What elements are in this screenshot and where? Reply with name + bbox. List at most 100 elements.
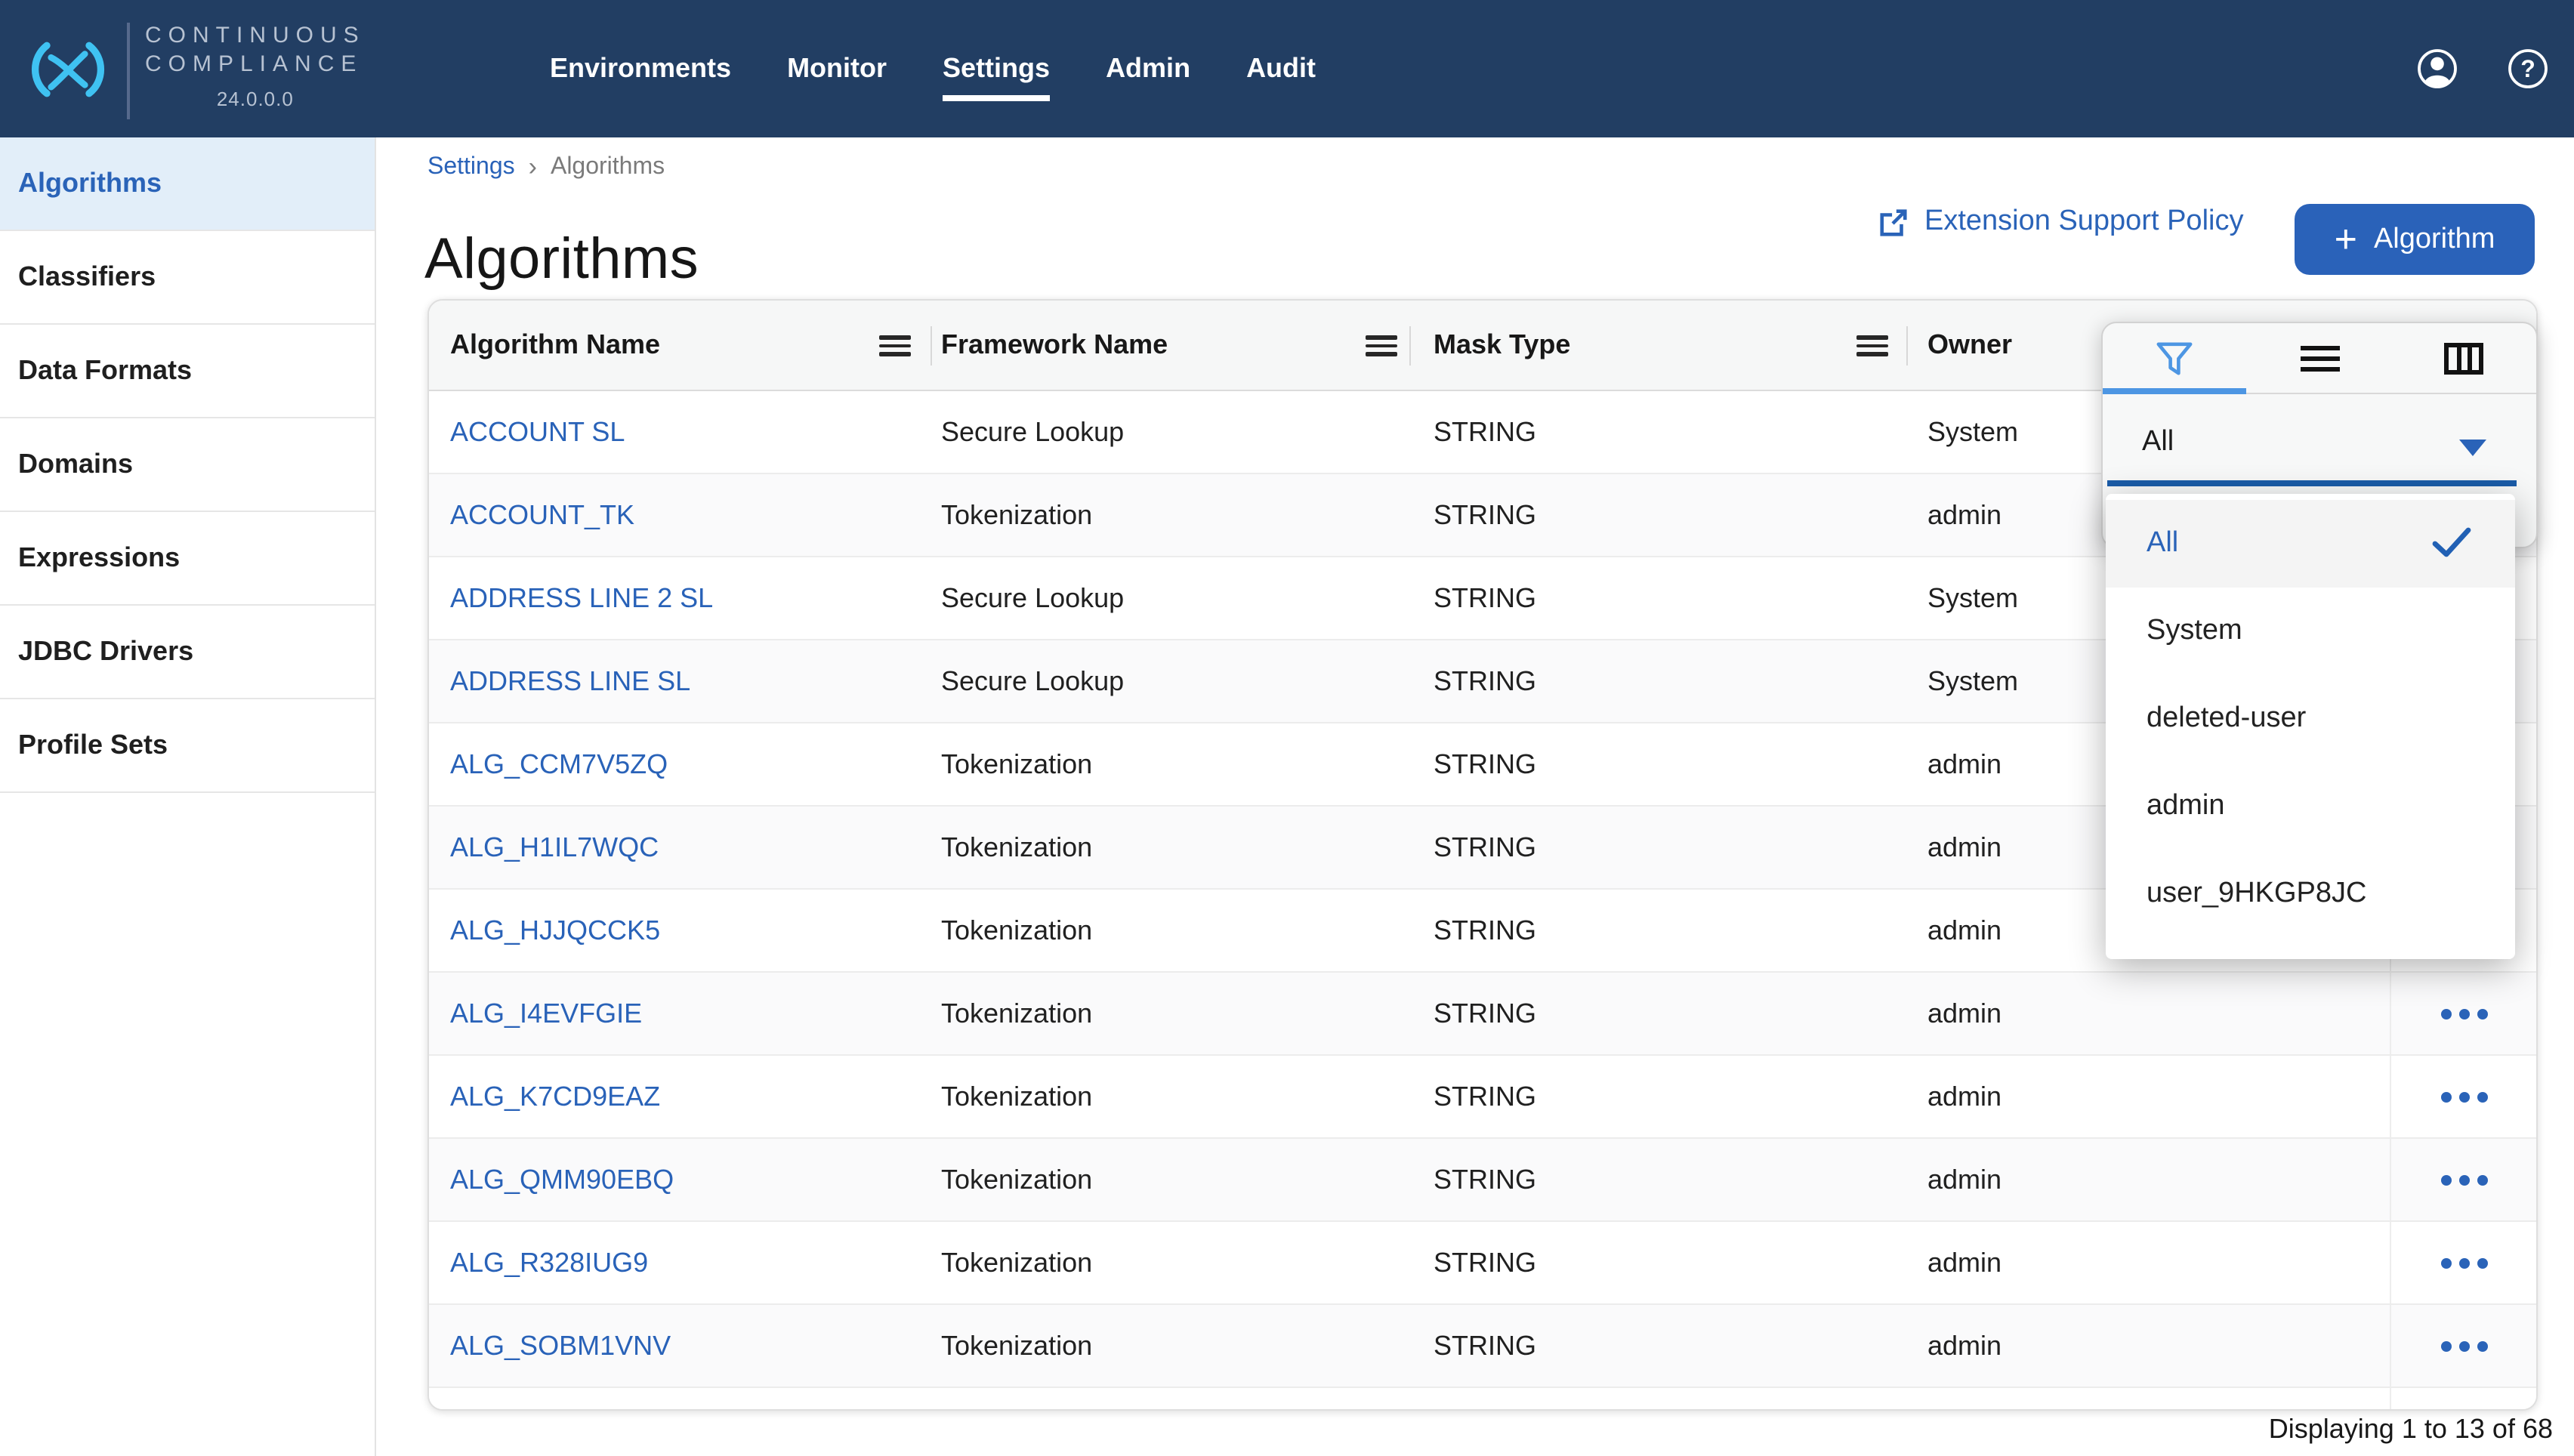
add-algorithm-label: Algorithm — [2374, 223, 2495, 256]
row-actions-button[interactable] — [2390, 1222, 2536, 1303]
framework-name-cell: Tokenization — [931, 1247, 1409, 1279]
algorithm-name-link[interactable]: ADDRESS LINE SL — [429, 665, 931, 697]
sidebar-item-classifiers[interactable]: Classifiers — [0, 231, 375, 325]
algorithm-name-link[interactable]: ADDRESS LINE 2 SL — [429, 582, 931, 614]
column-header-owner[interactable]: Owner — [1927, 301, 2012, 390]
owner-cell: admin — [1906, 1164, 2390, 1195]
more-options-icon — [2440, 1257, 2487, 1268]
breadcrumb-current: Algorithms — [551, 154, 665, 181]
logo-divider — [127, 23, 130, 119]
owner-filter-menu: All System deleted-user admin user_9HKGP… — [2106, 494, 2515, 959]
tab-columns[interactable] — [2392, 323, 2536, 393]
nav-item-settings[interactable]: Settings — [943, 53, 1050, 85]
row-actions-button[interactable] — [2390, 973, 2536, 1054]
user-account-icon[interactable] — [2417, 48, 2458, 89]
breadcrumb-settings-link[interactable]: Settings — [427, 154, 515, 181]
owner-filter-option-system[interactable]: System — [2106, 588, 2515, 675]
column-divider — [1906, 326, 1908, 366]
owner-filter-option-all[interactable]: All — [2106, 500, 2515, 588]
sidebar-item-domains[interactable]: Domains — [0, 418, 375, 512]
help-icon[interactable]: ? — [2508, 48, 2548, 89]
brand-line-1: CONTINUOUS — [145, 21, 366, 50]
table-row: ALG_K7CD9EAZ Tokenization STRING admin — [429, 1056, 2536, 1139]
framework-name-cell: Tokenization — [931, 1081, 1409, 1112]
brand-line-2: COMPLIANCE — [145, 50, 366, 79]
pagination-status: Displaying 1 to 13 of 68 — [2269, 1414, 2553, 1445]
breadcrumb-separator: › — [529, 153, 537, 183]
framework-name-cell: Tokenization — [931, 831, 1409, 863]
sidebar-item-expressions[interactable]: Expressions — [0, 512, 375, 606]
framework-name-cell: Secure Lookup — [931, 665, 1409, 697]
filter-funnel-icon — [2155, 339, 2196, 377]
algorithm-name-link[interactable]: ALG_QMM90EBQ — [429, 1164, 931, 1195]
algorithm-name-link[interactable]: ACCOUNT_TK — [429, 499, 931, 531]
algorithm-name-link[interactable]: ALG_K7CD9EAZ — [429, 1081, 931, 1112]
mask-type-cell: STRING — [1409, 499, 1906, 531]
table-row: ALG_I4EVFGIE Tokenization STRING admin — [429, 973, 2536, 1056]
table-row: ALG_R328IUG9 Tokenization STRING admin — [429, 1222, 2536, 1305]
owner-filter-option-user-9hkgp8jc[interactable]: user_9HKGP8JC — [2106, 850, 2515, 938]
more-options-icon — [2440, 1340, 2487, 1351]
app-version: 24.0.0.0 — [145, 88, 366, 110]
tab-row-settings[interactable] — [2247, 323, 2391, 393]
tab-filter[interactable] — [2103, 323, 2247, 393]
row-actions-button[interactable] — [2390, 1139, 2536, 1220]
more-options-icon — [2440, 1091, 2487, 1102]
sidebar-item-jdbc-drivers[interactable]: JDBC Drivers — [0, 606, 375, 699]
mask-type-cell: STRING — [1409, 998, 1906, 1029]
sidebar-item-profile-sets[interactable]: Profile Sets — [0, 699, 375, 793]
algorithm-name-link[interactable]: ALG_I4EVFGIE — [429, 998, 931, 1029]
sidebar-item-algorithms[interactable]: Algorithms — [0, 137, 375, 231]
row-actions-button[interactable] — [2390, 1305, 2536, 1387]
delphix-logo-icon — [26, 26, 110, 113]
nav-item-audit[interactable]: Audit — [1246, 53, 1316, 85]
algorithm-name-link[interactable]: ALG_R328IUG9 — [429, 1247, 931, 1279]
owner-filter-option-admin[interactable]: admin — [2106, 763, 2515, 850]
row-actions-button[interactable] — [2390, 1388, 2536, 1411]
brand-block: CONTINUOUS COMPLIANCE 24.0.0.0 — [145, 21, 366, 110]
table-row: ALG_SOBM1VNV Tokenization STRING admin — [429, 1305, 2536, 1388]
nav-item-monitor[interactable]: Monitor — [787, 53, 887, 85]
column-menu-icon-algorithm-name[interactable] — [879, 335, 911, 356]
nav-item-environments[interactable]: Environments — [550, 53, 731, 85]
select-focus-underline — [2107, 480, 2517, 486]
panel-tab-bar — [2103, 323, 2536, 394]
algorithm-name-link[interactable]: ACCOUNT SL — [429, 416, 931, 448]
framework-name-cell: Tokenization — [931, 915, 1409, 946]
more-options-icon — [2440, 1174, 2487, 1185]
column-header-mask-type[interactable]: Mask Type — [1434, 301, 1570, 390]
svg-text:?: ? — [2520, 55, 2535, 82]
main-nav: Environments Monitor Settings Admin Audit — [550, 0, 1316, 137]
mask-type-cell: STRING — [1409, 1247, 1906, 1279]
nav-item-admin[interactable]: Admin — [1106, 53, 1190, 85]
mask-type-cell: STRING — [1409, 1081, 1906, 1112]
column-header-algorithm-name[interactable]: Algorithm Name — [450, 301, 660, 390]
algorithm-name-link[interactable]: ALG_SOBM1VNV — [429, 1330, 931, 1362]
add-algorithm-button[interactable]: + Algorithm — [2295, 204, 2535, 275]
algorithm-name-link[interactable]: ALG_HJJQCCK5 — [429, 915, 931, 946]
row-actions-button[interactable] — [2390, 1056, 2536, 1137]
plus-icon: + — [2335, 218, 2357, 258]
owner-cell: admin — [1906, 1330, 2390, 1362]
column-header-framework-name[interactable]: Framework Name — [941, 301, 1168, 390]
framework-name-cell: Tokenization — [931, 1164, 1409, 1195]
external-link-icon — [1878, 206, 1909, 238]
owner-cell: admin — [1906, 1081, 2390, 1112]
sidebar-item-data-formats[interactable]: Data Formats — [0, 325, 375, 418]
owner-filter-option-deleted-user[interactable]: deleted-user — [2106, 675, 2515, 763]
algorithm-name-link[interactable]: ALG_H1IL7WQC — [429, 831, 931, 863]
framework-name-cell: Tokenization — [931, 499, 1409, 531]
column-menu-icon-mask-type[interactable] — [1856, 335, 1888, 356]
top-navbar: CONTINUOUS COMPLIANCE 24.0.0.0 Environme… — [0, 0, 2574, 137]
table-row: ALG_QMM90EBQ Tokenization STRING admin — [429, 1139, 2536, 1222]
framework-name-cell: Tokenization — [931, 1330, 1409, 1362]
column-menu-icon-framework-name[interactable] — [1366, 335, 1397, 356]
extension-support-policy-link[interactable]: Extension Support Policy — [1878, 205, 2243, 239]
mask-type-cell: STRING — [1409, 831, 1906, 863]
owner-filter-value: All — [2142, 426, 2174, 459]
framework-name-cell: Tokenization — [931, 748, 1409, 780]
owner-cell: admin — [1906, 1247, 2390, 1279]
framework-name-cell: Tokenization — [931, 998, 1409, 1029]
algorithm-name-link[interactable]: ALG_CCM7V5ZQ — [429, 748, 931, 780]
mask-type-cell: STRING — [1409, 1164, 1906, 1195]
